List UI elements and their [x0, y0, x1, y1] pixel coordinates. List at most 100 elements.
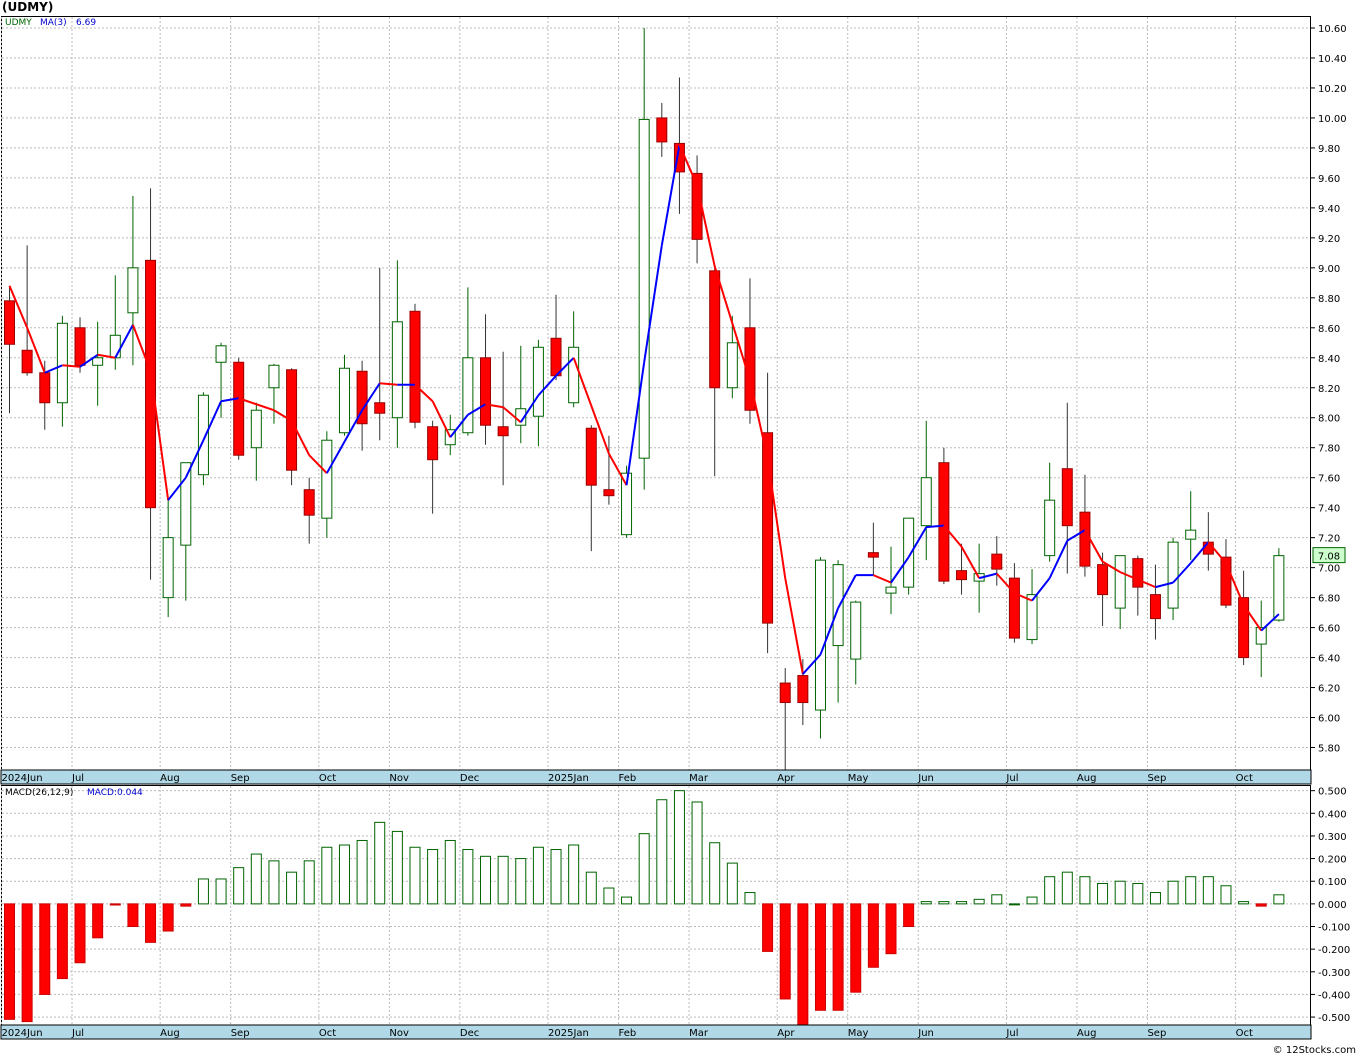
macd-bar: [1273, 894, 1285, 905]
candle-body: [197, 394, 209, 476]
price-y-label: 7.40: [1318, 504, 1340, 515]
candle-body: [1026, 594, 1038, 641]
macd-bar: [1202, 876, 1214, 905]
candle-body: [550, 337, 562, 377]
price-y-label: 5.80: [1318, 744, 1340, 755]
macd-bar: [850, 903, 862, 993]
price-y-label: 8.00: [1318, 414, 1340, 425]
price-y-label: 9.00: [1318, 264, 1340, 275]
price-y-label: 7.20: [1318, 534, 1340, 545]
candle-body: [1149, 594, 1161, 620]
price-x-label: Jul: [71, 773, 84, 784]
macd-bar: [744, 892, 756, 905]
price-y-label: 6.40: [1318, 654, 1340, 665]
candle-body: [709, 270, 721, 389]
macd-bar: [1114, 880, 1126, 905]
macd-x-label: Apr: [777, 1028, 795, 1039]
candle-body: [145, 259, 157, 509]
candle-body: [162, 537, 174, 599]
price-y-label: 8.80: [1318, 294, 1340, 305]
candle-body: [726, 342, 738, 389]
macd-bar: [726, 862, 738, 905]
candle-body: [603, 489, 615, 497]
macd-bar: [1220, 885, 1232, 905]
candle-body: [938, 462, 950, 582]
macd-bar: [1008, 903, 1020, 906]
macd-bar: [938, 901, 950, 905]
price-y-label: 8.20: [1318, 384, 1340, 395]
candle-body: [638, 118, 650, 459]
macd-bar: [462, 849, 474, 905]
candle-body: [427, 426, 439, 461]
macd-x-label: Oct: [319, 1028, 336, 1039]
candle-body: [920, 477, 932, 527]
macd-bar: [215, 878, 227, 905]
candle-body: [1185, 529, 1197, 540]
candle-body: [497, 426, 509, 437]
macd-bar: [391, 830, 403, 905]
candle-body: [656, 117, 668, 143]
candle-body: [956, 570, 968, 581]
macd-x-label: Dec: [460, 1028, 479, 1039]
candle-body: [391, 321, 403, 419]
price-x-label: Oct: [319, 773, 336, 784]
macd-bar: [338, 844, 350, 905]
macd-bar: [550, 849, 562, 905]
macd-x-label: Mar: [689, 1028, 709, 1039]
price-x-label: Jul: [1005, 773, 1018, 784]
macd-y-label: 0.200: [1318, 855, 1347, 866]
macd-bar: [56, 903, 68, 980]
macd-x-label: Jul: [71, 1028, 84, 1039]
macd-y-label: 0.000: [1318, 900, 1347, 911]
candle-body: [585, 427, 597, 486]
macd-y-label: -0.300: [1318, 968, 1350, 979]
macd-bar: [832, 903, 844, 1011]
candle-body: [991, 553, 1003, 570]
macd-bar: [568, 844, 580, 905]
macd-x-label: Jul: [1005, 1028, 1018, 1039]
candle-body: [480, 357, 492, 426]
candle-body: [109, 334, 121, 359]
price-y-label: 9.40: [1318, 204, 1340, 215]
candle-body: [1061, 468, 1073, 527]
macd-bar: [709, 842, 721, 905]
macd-x-label: 2025Jan: [548, 1028, 589, 1039]
macd-bar: [321, 846, 333, 905]
candle-body: [39, 372, 51, 404]
macd-y-label: 0.100: [1318, 877, 1347, 888]
macd-bar: [585, 871, 597, 905]
macd-bar: [409, 846, 421, 905]
price-x-label: Mar: [689, 773, 709, 784]
macd-bar: [197, 878, 209, 905]
macd-bar: [1079, 876, 1091, 905]
price-y-label: 6.80: [1318, 594, 1340, 605]
price-y-label: 7.80: [1318, 444, 1340, 455]
macd-bar: [444, 839, 456, 905]
candle-body: [21, 349, 33, 374]
price-y-label: 10.00: [1318, 114, 1347, 125]
macd-bar: [779, 903, 791, 1000]
macd-x-label: Feb: [619, 1028, 637, 1039]
candle-body: [338, 367, 350, 434]
macd-bar: [920, 901, 932, 905]
macd-bar: [1044, 876, 1056, 905]
macd-bar: [603, 887, 615, 905]
price-y-label: 10.60: [1318, 24, 1347, 35]
candle-body: [268, 364, 280, 389]
price-x-label: Dec: [460, 773, 479, 784]
price-legend-ma: MA(3): [40, 18, 67, 28]
candle-body: [233, 361, 245, 456]
price-x-label: Oct: [1236, 773, 1253, 784]
macd-bar: [691, 801, 703, 905]
candle-body: [56, 322, 68, 404]
macd-bar: [109, 903, 121, 906]
price-x-label: May: [848, 773, 869, 784]
macd-bar: [162, 903, 174, 932]
candle-body: [92, 357, 104, 366]
macd-bar: [973, 898, 985, 905]
macd-x-label: Oct: [1236, 1028, 1253, 1039]
candle-body: [532, 346, 544, 417]
candle-body: [568, 346, 580, 404]
candle-body: [4, 300, 15, 345]
price-y-label: 8.40: [1318, 354, 1340, 365]
